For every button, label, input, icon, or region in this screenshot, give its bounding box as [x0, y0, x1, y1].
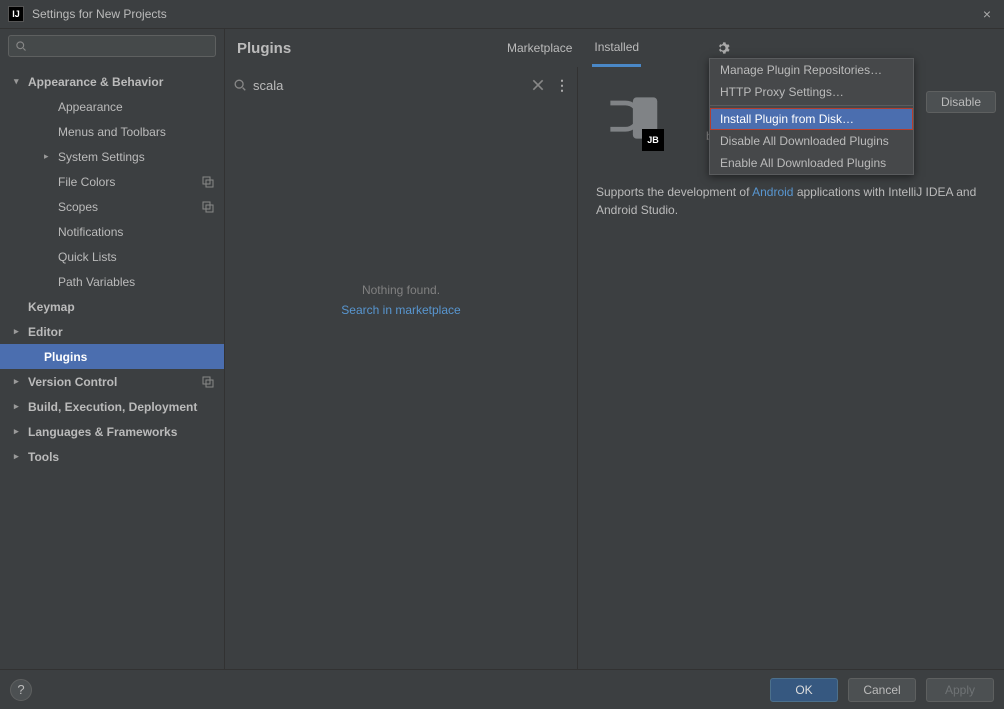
sidebar-item-label: Appearance	[58, 100, 123, 114]
sidebar-item-label: File Colors	[58, 175, 115, 189]
sidebar-item-label: System Settings	[58, 150, 145, 164]
sidebar-item-menus-and-toolbars[interactable]: Menus and Toolbars	[0, 119, 224, 144]
sidebar-item-label: Appearance & Behavior	[28, 75, 163, 89]
tab-marketplace[interactable]: Marketplace	[505, 29, 574, 67]
clear-icon[interactable]	[531, 78, 545, 92]
empty-state: Nothing found. Search in marketplace	[225, 103, 577, 669]
sidebar-search-input[interactable]	[31, 39, 209, 53]
desc-text: Supports the development of	[596, 185, 752, 199]
gear-dropdown: Manage Plugin Repositories… HTTP Proxy S…	[709, 58, 914, 175]
sidebar-item-label: Notifications	[58, 225, 123, 239]
sidebar-item-languages-frameworks[interactable]: ▸ Languages & Frameworks	[0, 419, 224, 444]
sidebar-item-scopes[interactable]: Scopes	[0, 194, 224, 219]
arrow-icon: ▾	[14, 76, 24, 87]
jb-badge: JB	[642, 129, 664, 151]
arrow-icon: ▸	[14, 326, 24, 337]
arrow-icon: ▸	[14, 451, 24, 462]
plugins-search-row: ⋮	[233, 73, 569, 97]
sidebar-item-tools[interactable]: ▸ Tools	[0, 444, 224, 469]
sidebar-item-notifications[interactable]: Notifications	[0, 219, 224, 244]
search-icon	[15, 40, 27, 52]
titlebar: IJ Settings for New Projects ×	[0, 0, 1004, 29]
tab-installed[interactable]: Installed	[592, 29, 641, 67]
sidebar-item-label: Menus and Toolbars	[58, 125, 166, 139]
sidebar: ▾ Appearance & Behavior Appearance Menus an…	[0, 29, 225, 669]
sidebar-item-label: Tools	[28, 450, 59, 464]
arrow-icon: ▸	[14, 426, 24, 437]
search-icon	[233, 78, 247, 92]
ok-button[interactable]: OK	[770, 678, 838, 702]
sidebar-item-build-execution-deployment[interactable]: ▸ Build, Execution, Deployment	[0, 394, 224, 419]
sidebar-item-label: Version Control	[28, 375, 117, 389]
sidebar-item-label: Plugins	[44, 350, 87, 364]
plugin-logo: JB	[596, 83, 666, 153]
sidebar-item-appearance[interactable]: Appearance	[0, 94, 224, 119]
sidebar-item-label: Keymap	[28, 300, 75, 314]
android-link[interactable]: Android	[752, 185, 793, 199]
plugins-list-pane: ⋮ Nothing found. Search in marketplace	[225, 67, 578, 669]
sidebar-item-version-control[interactable]: ▸ Version Control	[0, 369, 224, 394]
dd-http-proxy[interactable]: HTTP Proxy Settings…	[710, 81, 913, 103]
sidebar-item-label: Build, Execution, Deployment	[28, 400, 197, 414]
search-marketplace-link[interactable]: Search in marketplace	[341, 303, 460, 317]
sidebar-item-appearance-behavior[interactable]: ▾ Appearance & Behavior	[0, 69, 224, 94]
arrow-icon: ▸	[14, 401, 24, 412]
footer: ? OK Cancel Apply	[0, 669, 1004, 709]
sidebar-item-file-colors[interactable]: File Colors	[0, 169, 224, 194]
dd-manage-repos[interactable]: Manage Plugin Repositories…	[710, 59, 913, 81]
sidebar-item-quick-lists[interactable]: Quick Lists	[0, 244, 224, 269]
dd-enable-all[interactable]: Enable All Downloaded Plugins	[710, 152, 913, 174]
app-icon: IJ	[8, 6, 24, 22]
cancel-button[interactable]: Cancel	[848, 678, 916, 702]
sidebar-item-label: Languages & Frameworks	[28, 425, 177, 439]
sidebar-item-plugins[interactable]: Plugins	[0, 344, 224, 369]
sidebar-item-label: Editor	[28, 325, 63, 339]
sidebar-item-path-variables[interactable]: Path Variables	[0, 269, 224, 294]
sidebar-item-label: Scopes	[58, 200, 98, 214]
page-title: Plugins	[237, 40, 291, 57]
help-button[interactable]: ?	[10, 679, 32, 701]
plugin-description: Supports the development of Android appl…	[596, 183, 986, 219]
disable-button[interactable]: Disable	[926, 91, 996, 113]
apply-button[interactable]: Apply	[926, 678, 994, 702]
sidebar-item-keymap[interactable]: Keymap	[0, 294, 224, 319]
plugins-search-input[interactable]	[253, 78, 531, 93]
tabs: Marketplace Installed	[505, 29, 641, 67]
settings-tree: ▾ Appearance & Behavior Appearance Menus an…	[0, 63, 224, 469]
arrow-icon: ▸	[14, 376, 24, 387]
scope-icon	[202, 176, 214, 188]
dd-separator	[710, 105, 913, 106]
sidebar-item-label: Path Variables	[58, 275, 135, 289]
sidebar-item-editor[interactable]: ▸ Editor	[0, 319, 224, 344]
dd-disable-all[interactable]: Disable All Downloaded Plugins	[710, 130, 913, 152]
arrow-icon: ▸	[44, 151, 54, 162]
sidebar-item-system-settings[interactable]: ▸ System Settings	[0, 144, 224, 169]
close-icon[interactable]: ×	[978, 6, 996, 24]
scope-icon	[202, 376, 214, 388]
more-icon[interactable]: ⋮	[555, 78, 569, 92]
dd-install-from-disk[interactable]: Install Plugin from Disk…	[710, 108, 913, 130]
nothing-found-text: Nothing found.	[362, 283, 440, 297]
sidebar-item-label: Quick Lists	[58, 250, 117, 264]
window-title: Settings for New Projects	[32, 7, 167, 21]
sidebar-search[interactable]	[8, 35, 216, 57]
scope-icon	[202, 201, 214, 213]
gear-icon[interactable]	[713, 38, 733, 58]
